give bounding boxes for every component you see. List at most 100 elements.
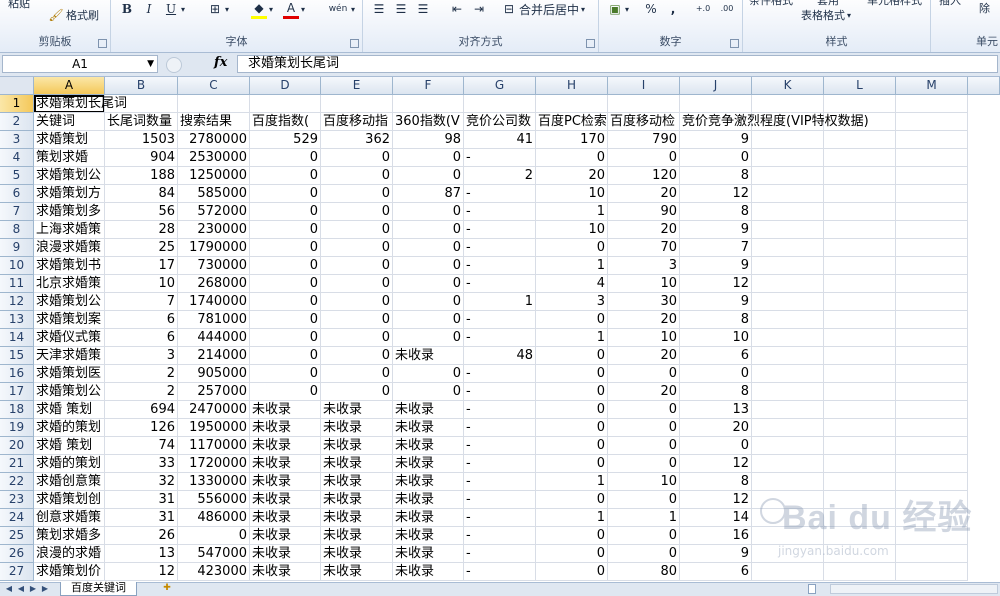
cell-d18[interactable]: 未收录: [250, 401, 321, 419]
cell-g16[interactable]: -: [464, 365, 536, 383]
borders-button[interactable]: ⊞ ▾: [207, 0, 229, 18]
cell-l14[interactable]: [824, 329, 896, 347]
cell-e1[interactable]: [321, 95, 393, 113]
cell-b13[interactable]: 6: [105, 311, 178, 329]
row-header-9[interactable]: 9: [0, 239, 34, 257]
insert-button[interactable]: 插入: [939, 0, 961, 9]
decrease-indent-button[interactable]: ⇤: [449, 0, 465, 18]
cell-b27[interactable]: 12: [105, 563, 178, 581]
cell-a14[interactable]: 求婚仪式策: [34, 329, 105, 347]
cell-g12[interactable]: 1: [464, 293, 536, 311]
cell-e15[interactable]: 0: [321, 347, 393, 365]
cell-d19[interactable]: 未收录: [250, 419, 321, 437]
cell-m26[interactable]: [896, 545, 968, 563]
cell-a13[interactable]: 求婚策划案: [34, 311, 105, 329]
cell-d4[interactable]: 0: [250, 149, 321, 167]
cell-d12[interactable]: 0: [250, 293, 321, 311]
cell-g8[interactable]: -: [464, 221, 536, 239]
cell-l21[interactable]: [824, 455, 896, 473]
cell-l16[interactable]: [824, 365, 896, 383]
cell-d20[interactable]: 未收录: [250, 437, 321, 455]
cell-e24[interactable]: 未收录: [321, 509, 393, 527]
cell-j18[interactable]: 13: [680, 401, 752, 419]
cell-a17[interactable]: 求婚策划公: [34, 383, 105, 401]
column-header-d[interactable]: D: [250, 77, 321, 95]
increase-indent-button[interactable]: ⇥: [471, 0, 487, 18]
cell-e2[interactable]: 百度移动指: [321, 113, 393, 131]
cell-k8[interactable]: [752, 221, 824, 239]
cell-j24[interactable]: 14: [680, 509, 752, 527]
cell-c27[interactable]: 423000: [178, 563, 250, 581]
row-header-2[interactable]: 2: [0, 113, 34, 131]
format-painter-button[interactable]: 🖌 格式刷: [48, 6, 99, 24]
cell-b17[interactable]: 2: [105, 383, 178, 401]
cell-k9[interactable]: [752, 239, 824, 257]
cell-f23[interactable]: 未收录: [393, 491, 464, 509]
font-launcher[interactable]: [350, 39, 359, 48]
cell-e5[interactable]: 0: [321, 167, 393, 185]
cell-f16[interactable]: 0: [393, 365, 464, 383]
cell-c16[interactable]: 905000: [178, 365, 250, 383]
cell-k22[interactable]: [752, 473, 824, 491]
cell-m17[interactable]: [896, 383, 968, 401]
formula-input[interactable]: 求婚策划长尾词: [237, 55, 998, 73]
cell-g2[interactable]: 竞价公司数: [464, 113, 536, 131]
cell-h9[interactable]: 0: [536, 239, 608, 257]
cell-h10[interactable]: 1: [536, 257, 608, 275]
cell-j14[interactable]: 10: [680, 329, 752, 347]
cell-j25[interactable]: 16: [680, 527, 752, 545]
cell-k25[interactable]: [752, 527, 824, 545]
cell-a6[interactable]: 求婚策划方: [34, 185, 105, 203]
cell-h25[interactable]: 0: [536, 527, 608, 545]
cell-k23[interactable]: [752, 491, 824, 509]
cell-a18[interactable]: 求婚 策划: [34, 401, 105, 419]
cell-k7[interactable]: [752, 203, 824, 221]
cell-e25[interactable]: 未收录: [321, 527, 393, 545]
row-header-1[interactable]: 1: [0, 95, 34, 113]
cell-c5[interactable]: 1250000: [178, 167, 250, 185]
cell-a5[interactable]: 求婚策划公: [34, 167, 105, 185]
cell-f10[interactable]: 0: [393, 257, 464, 275]
cell-h26[interactable]: 0: [536, 545, 608, 563]
cell-m2[interactable]: [896, 113, 968, 131]
cell-a19[interactable]: 求婚的策划: [34, 419, 105, 437]
cell-e12[interactable]: 0: [321, 293, 393, 311]
cell-c8[interactable]: 230000: [178, 221, 250, 239]
cell-h1[interactable]: [536, 95, 608, 113]
cell-c6[interactable]: 585000: [178, 185, 250, 203]
cell-e21[interactable]: 未收录: [321, 455, 393, 473]
cell-c25[interactable]: 0: [178, 527, 250, 545]
cell-a27[interactable]: 求婚策划价: [34, 563, 105, 581]
row-header-27[interactable]: 27: [0, 563, 34, 581]
cell-c11[interactable]: 268000: [178, 275, 250, 293]
cell-k5[interactable]: [752, 167, 824, 185]
cell-b14[interactable]: 6: [105, 329, 178, 347]
cell-e19[interactable]: 未收录: [321, 419, 393, 437]
cell-a24[interactable]: 创意求婚策: [34, 509, 105, 527]
cell-d14[interactable]: 0: [250, 329, 321, 347]
cell-m7[interactable]: [896, 203, 968, 221]
delete-button[interactable]: 删除: [979, 0, 1000, 15]
cell-i2[interactable]: 百度移动检: [608, 113, 680, 131]
cell-h8[interactable]: 10: [536, 221, 608, 239]
cell-b18[interactable]: 694: [105, 401, 178, 419]
row-header-17[interactable]: 17: [0, 383, 34, 401]
cell-h11[interactable]: 4: [536, 275, 608, 293]
row-header-14[interactable]: 14: [0, 329, 34, 347]
cell-i7[interactable]: 90: [608, 203, 680, 221]
cell-e6[interactable]: 0: [321, 185, 393, 203]
align-center-button[interactable]: ☰: [393, 0, 409, 18]
cell-a15[interactable]: 天津求婚策: [34, 347, 105, 365]
underline-button[interactable]: U ▾: [163, 0, 185, 18]
cell-l1[interactable]: [824, 95, 896, 113]
table-format-button[interactable]: 表格格式 ▾: [801, 6, 851, 24]
clipboard-launcher[interactable]: [98, 39, 107, 48]
cell-m22[interactable]: [896, 473, 968, 491]
cell-f5[interactable]: 0: [393, 167, 464, 185]
cell-e27[interactable]: 未收录: [321, 563, 393, 581]
cell-h22[interactable]: 1: [536, 473, 608, 491]
cell-b15[interactable]: 3: [105, 347, 178, 365]
cell-l6[interactable]: [824, 185, 896, 203]
cell-d1[interactable]: [250, 95, 321, 113]
cell-f20[interactable]: 未收录: [393, 437, 464, 455]
